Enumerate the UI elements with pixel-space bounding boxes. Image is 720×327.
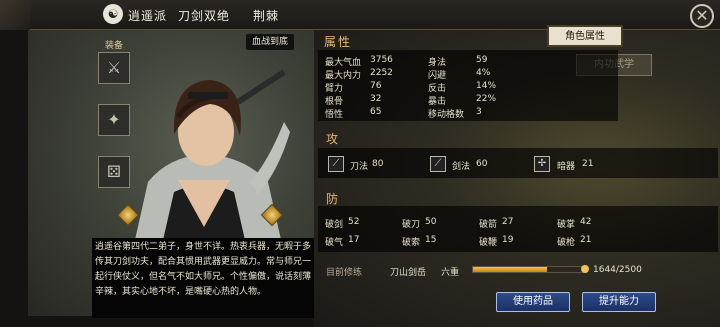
dart-icon: ✢ — [534, 156, 550, 172]
defense-label: 破箭 — [479, 220, 498, 230]
attack-label: 暗器 — [557, 162, 576, 172]
defense-value: 50 — [425, 217, 437, 227]
attack-value: 21 — [582, 159, 594, 169]
defense-value: 27 — [502, 217, 514, 227]
defense-value: 42 — [580, 217, 592, 227]
cultivation-skill: 刀山剑岳 — [390, 268, 427, 278]
character-description: 逍遥谷第四代二弟子，身世不详。热衷兵器，无暇于多传其刀剑功夫，配合其惯用武器更显… — [92, 238, 314, 318]
cultivation-progress-fill — [473, 267, 548, 272]
cultivation-progress-bar — [472, 266, 587, 273]
defense-box — [318, 206, 718, 252]
attack-label: 剑法 — [452, 162, 471, 172]
attr-value: 65 — [370, 107, 382, 117]
attr-label: 反击 — [428, 84, 447, 94]
defense-label: 破鞭 — [479, 238, 498, 248]
attr-value: 32 — [370, 94, 382, 104]
blade-icon: ⟋ — [328, 156, 344, 172]
attr-value: 2252 — [370, 68, 393, 78]
attr-value: 3756 — [370, 55, 393, 65]
attr-label: 暴击 — [428, 97, 447, 107]
defense-value: 19 — [502, 235, 514, 245]
defense-label: 破气 — [325, 238, 344, 248]
attributes-box — [318, 50, 618, 121]
progress-knob-icon — [581, 265, 589, 273]
corner-ornament — [0, 0, 30, 30]
character-subtitle: 荆棘 — [253, 9, 280, 23]
defense-label: 破掌 — [557, 220, 576, 230]
attributes-title: 属性 — [324, 35, 353, 49]
attr-label: 臂力 — [325, 84, 344, 94]
close-button[interactable]: ✕ — [690, 4, 714, 28]
defense-value: 52 — [348, 217, 360, 227]
tab-character-attributes[interactable]: 角色属性 — [547, 25, 623, 47]
attr-value: 3 — [476, 107, 482, 117]
cultivation-progress-text: 1644/2500 — [593, 265, 642, 275]
character-tag: 血战到底 — [246, 34, 295, 50]
defense-label: 破枪 — [557, 238, 576, 248]
attr-value: 76 — [370, 81, 382, 91]
attr-label: 根骨 — [325, 97, 344, 107]
attr-label: 闪避 — [428, 71, 447, 81]
faction-emblem-icon: ☯ — [103, 4, 123, 24]
attr-label: 最大气血 — [325, 58, 362, 68]
defense-label: 破剑 — [325, 220, 344, 230]
defense-value: 21 — [580, 235, 592, 245]
attr-label: 移动格数 — [428, 110, 465, 120]
attr-label: 最大内力 — [325, 71, 362, 81]
defense-label: 破索 — [402, 238, 421, 248]
character-title: 刀剑双绝 — [178, 9, 231, 23]
attr-value: 59 — [476, 55, 488, 65]
defense-label: 破刀 — [402, 220, 421, 230]
attr-label: 悟性 — [325, 110, 344, 120]
use-medicine-button[interactable]: 使用药品 — [496, 292, 570, 312]
attack-value: 60 — [476, 159, 488, 169]
cultivation-rank: 六重 — [441, 268, 460, 278]
attr-value: 22% — [476, 94, 497, 104]
faction-name: 逍遥派 — [128, 9, 168, 23]
attack-title: 攻 — [326, 132, 341, 146]
defense-value: 17 — [348, 235, 360, 245]
attr-value: 4% — [476, 68, 491, 78]
attr-value: 14% — [476, 81, 497, 91]
defense-value: 15 — [425, 235, 437, 245]
defense-title: 防 — [326, 192, 341, 206]
attack-label: 刀法 — [350, 162, 369, 172]
attr-label: 身法 — [428, 58, 447, 68]
cultivation-label: 目前修练 — [326, 268, 363, 278]
character-portrait — [130, 69, 290, 262]
sword-icon: ⟋ — [430, 156, 446, 172]
equipment-label: 装备 — [105, 41, 124, 51]
improve-ability-button[interactable]: 提升能力 — [582, 292, 656, 312]
attack-value: 80 — [372, 159, 384, 169]
